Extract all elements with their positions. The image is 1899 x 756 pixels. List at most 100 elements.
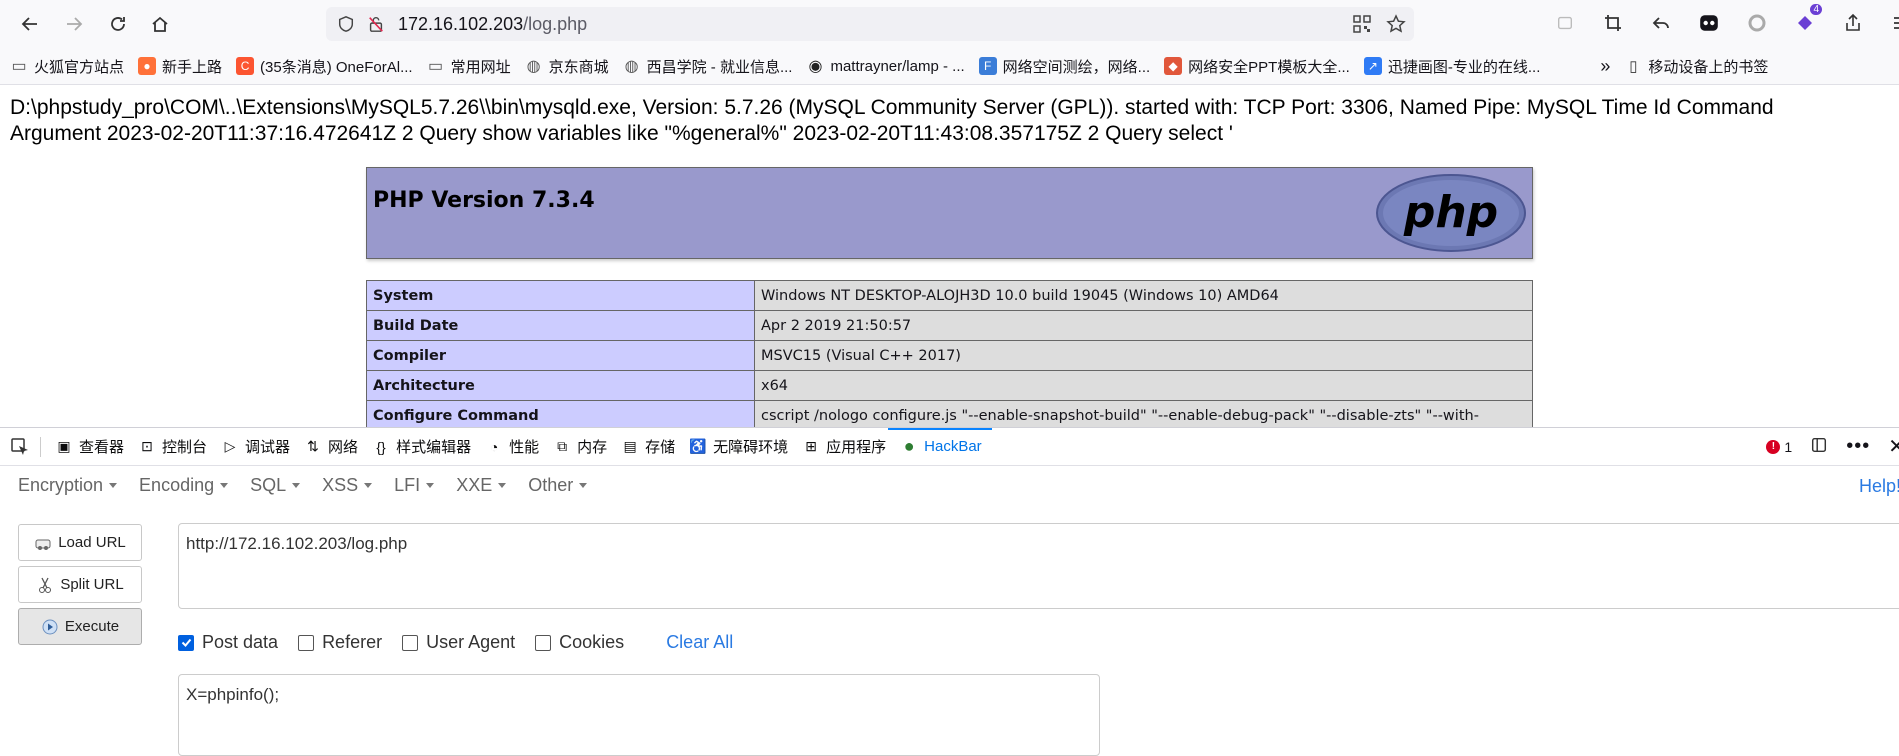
network-icon: ⇅ xyxy=(307,438,319,454)
phpinfo-row: Architecture x64 xyxy=(366,370,1533,401)
undo-icon[interactable] xyxy=(1648,10,1674,36)
tab-label: 样式编辑器 xyxy=(396,439,472,456)
more-bookmarks-icon[interactable]: » xyxy=(1600,56,1610,77)
menu-encryption[interactable]: Encryption xyxy=(18,475,118,496)
phpinfo-row: System Windows NT DESKTOP-ALOJH3D 10.0 bu… xyxy=(366,280,1533,311)
checkbox[interactable] xyxy=(402,634,419,651)
shield-icon[interactable] xyxy=(336,14,356,34)
checkbox[interactable] xyxy=(298,634,315,651)
forward-icon[interactable] xyxy=(58,8,90,40)
checkbox[interactable] xyxy=(535,634,552,651)
menu-sql[interactable]: SQL xyxy=(250,475,301,496)
options-row: Post data Referer User Agent Cookies Clear A… xyxy=(178,632,733,653)
execute-button[interactable]: Execute xyxy=(18,608,142,645)
tab-style-editor[interactable]: {} 样式编辑器 xyxy=(372,428,471,465)
chevron-down-icon xyxy=(364,483,373,488)
star-icon[interactable] xyxy=(1386,14,1406,39)
tab-memory[interactable]: ⧉ 内存 xyxy=(553,428,607,465)
option-referer[interactable]: Referer xyxy=(298,632,382,653)
bookmark-item[interactable]: ↗ 迅捷画图-专业的在线... xyxy=(1363,56,1541,77)
option-post-data[interactable]: Post data xyxy=(178,632,278,653)
help-link[interactable]: Help! xyxy=(1859,476,1899,497)
tab-application[interactable]: ⊞ 应用程序 xyxy=(802,428,886,465)
clear-all-link[interactable]: Clear All xyxy=(666,632,733,653)
debugger-icon: ▷ xyxy=(224,438,236,454)
dock-icon[interactable] xyxy=(1810,436,1828,457)
insecure-lock-icon[interactable] xyxy=(366,14,386,34)
memory-icon: ⧉ xyxy=(557,438,568,454)
split-url-button[interactable]: Split URL xyxy=(18,566,142,603)
tab-label: 无障碍环境 xyxy=(713,439,789,456)
url-input[interactable]: http://172.16.102.203/log.php xyxy=(178,523,1899,609)
storage-icon: ▤ xyxy=(623,438,637,454)
chevron-down-icon xyxy=(426,483,435,488)
bookmark-label: 常用网址 xyxy=(450,58,511,76)
menu-xxe[interactable]: XXE xyxy=(456,475,507,496)
bookmark-item[interactable]: F 网络空间测绘，网络... xyxy=(978,56,1150,77)
reload-icon[interactable] xyxy=(102,8,134,40)
bookmark-item[interactable]: ◉ mattrayner/lamp - ... xyxy=(806,57,965,76)
console-icon: ⊡ xyxy=(141,438,153,454)
menu-encoding[interactable]: Encoding xyxy=(139,475,229,496)
back-icon[interactable] xyxy=(14,8,46,40)
bookmark-label: mattrayner/lamp - ... xyxy=(830,57,965,75)
tab-inspector[interactable]: ▣ 查看器 xyxy=(55,428,124,465)
chevron-down-icon xyxy=(498,483,507,488)
more-options-icon[interactable]: ••• xyxy=(1846,435,1870,458)
docker-icon: ◉ xyxy=(808,58,823,75)
bookmark-item[interactable]: ◍ 西昌学院 - 就业信息... xyxy=(623,56,793,77)
menu-label: Encoding xyxy=(139,475,215,495)
mobile-icon: ▯ xyxy=(1629,58,1638,75)
bookmark-label: 京东商城 xyxy=(548,58,609,76)
ppt-icon: ◆ xyxy=(1164,57,1183,75)
fofa-icon: F xyxy=(978,57,997,75)
extension-badge-icon[interactable]: 4 xyxy=(1792,4,1822,36)
error-count-badge[interactable]: ! 1 xyxy=(1766,439,1792,455)
bookmark-item[interactable]: ● 新手上路 xyxy=(138,56,222,77)
share-icon[interactable] xyxy=(1840,10,1866,36)
option-user-agent[interactable]: User Agent xyxy=(402,632,515,653)
tab-label: 内存 xyxy=(577,439,608,456)
checkbox[interactable] xyxy=(178,634,194,651)
phpinfo-key: Configure Command xyxy=(366,400,755,427)
tab-accessibility[interactable]: ♿ 无障碍环境 xyxy=(689,428,788,465)
menu-label: Encryption xyxy=(18,475,104,495)
crop-icon[interactable] xyxy=(1600,10,1626,36)
bookmark-item[interactable]: C (35条消息) OneForAl... xyxy=(236,56,413,77)
pick-element-icon[interactable] xyxy=(10,428,30,465)
bookmark-label: 迅捷画图-专业的在线... xyxy=(1387,58,1541,76)
option-cookies[interactable]: Cookies xyxy=(535,632,624,653)
tab-network[interactable]: ⇅ 网络 xyxy=(304,428,358,465)
address-bar[interactable]: 172.16.102.203/log.php xyxy=(326,7,1414,41)
post-data-input[interactable]: X=phpinfo(); xyxy=(178,674,1100,756)
menu-other[interactable]: Other xyxy=(528,475,588,496)
qr-icon[interactable] xyxy=(1352,14,1372,39)
bookmark-item[interactable]: ▭ 常用网址 xyxy=(427,56,511,77)
load-url-button[interactable]: Load URL xyxy=(18,524,142,561)
tab-performance[interactable]: ◔ 性能 xyxy=(485,428,539,465)
close-devtools-icon[interactable]: ✕ xyxy=(1888,434,1899,459)
phpinfo-value: Windows NT DESKTOP-ALOJH3D 10.0 build 19… xyxy=(754,280,1533,311)
menu-lfi[interactable]: LFI xyxy=(394,475,435,496)
php-version-title: PHP Version 7.3.4 xyxy=(373,188,595,213)
extension-dark-icon[interactable] xyxy=(1696,10,1722,36)
chevron-down-icon xyxy=(292,483,301,488)
mobile-bookmarks[interactable]: ▯ 移动设备上的书签 xyxy=(1624,56,1768,77)
php-logo-text: php xyxy=(1403,187,1498,238)
menu-xss[interactable]: XSS xyxy=(322,475,373,496)
home-icon[interactable] xyxy=(144,8,176,40)
page-content: D:\phpstudy_pro\COM\..\Extensions\MySQL5… xyxy=(0,85,1899,427)
menu-icon[interactable] xyxy=(1888,10,1899,36)
record-icon[interactable] xyxy=(1744,10,1770,36)
chart-icon: ↗ xyxy=(1363,57,1382,75)
inspector-icon: ▣ xyxy=(57,438,71,454)
folder-icon: ▭ xyxy=(428,58,444,75)
tab-storage[interactable]: ▤ 存储 xyxy=(621,428,675,465)
bookmark-item[interactable]: ◆ 网络安全PPT模板大全... xyxy=(1164,56,1350,77)
bookmark-item[interactable]: ▭ 火狐官方站点 xyxy=(10,56,124,77)
tab-hackbar[interactable]: ● HackBar xyxy=(888,428,992,465)
tab-console[interactable]: ⊡ 控制台 xyxy=(138,428,207,465)
bookmark-item[interactable]: ◍ 京东商城 xyxy=(525,56,609,77)
tab-debugger[interactable]: ▷ 调试器 xyxy=(221,428,290,465)
reader-view-icon[interactable] xyxy=(1552,10,1578,36)
